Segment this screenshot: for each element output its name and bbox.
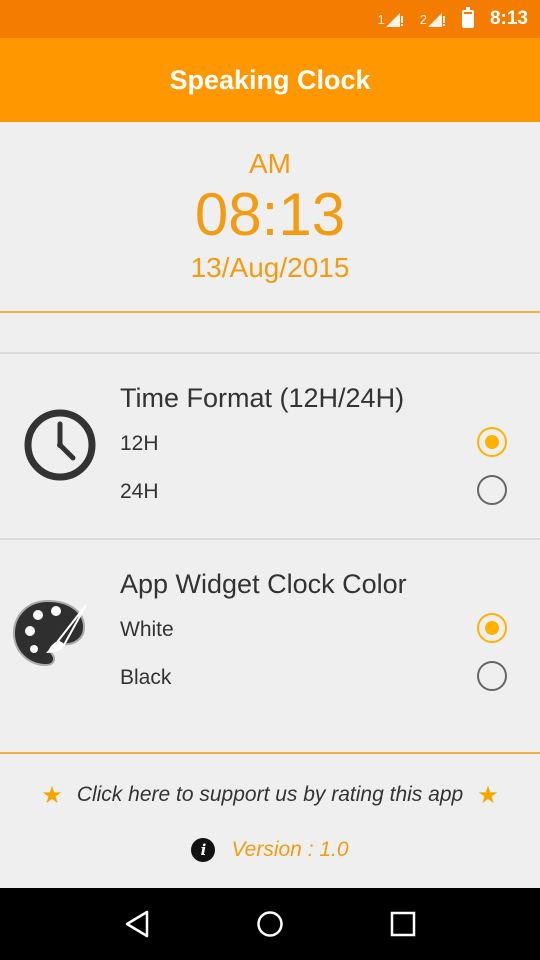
clock-icon bbox=[24, 409, 96, 481]
current-time-display: AM 08:13 13/Aug/2015 bbox=[0, 122, 540, 312]
app-bar: Speaking Clock bbox=[0, 38, 540, 122]
divider bbox=[0, 752, 540, 754]
time-label: 08:13 bbox=[194, 181, 346, 248]
navigation-bar bbox=[0, 888, 540, 960]
signal-icon bbox=[427, 13, 445, 27]
sim1-signal: 1 bbox=[378, 11, 404, 27]
option-black-label[interactable]: Black bbox=[120, 666, 171, 690]
time-format-title: Time Format (12H/24H) bbox=[120, 383, 405, 413]
status-time: 8:13 bbox=[489, 8, 528, 29]
app-title: Speaking Clock bbox=[169, 64, 371, 95]
recents-button[interactable] bbox=[383, 904, 423, 944]
signal-icon bbox=[385, 13, 403, 27]
sim2-label: 2 bbox=[419, 12, 427, 27]
option-white-label[interactable]: White bbox=[120, 618, 174, 642]
status-bar: 1 2 8:13 bbox=[0, 0, 540, 38]
option-12h-label[interactable]: 12H bbox=[120, 432, 159, 456]
star-icon: ★ bbox=[41, 781, 63, 809]
back-icon bbox=[125, 910, 148, 938]
widget-color-title: App Widget Clock Color bbox=[120, 569, 407, 599]
sim1-label: 1 bbox=[377, 12, 385, 27]
info-icon: i bbox=[191, 838, 216, 862]
radio-black[interactable] bbox=[477, 661, 507, 691]
version-row: i Version : 1.0 bbox=[0, 828, 540, 872]
radio-24h[interactable] bbox=[477, 475, 507, 505]
date-label: 13/Aug/2015 bbox=[190, 252, 350, 283]
rate-text[interactable]: Click here to support us by rating this … bbox=[77, 783, 463, 807]
home-icon bbox=[257, 911, 283, 937]
battery-icon bbox=[461, 7, 474, 28]
ampm-label: AM bbox=[249, 148, 291, 179]
radio-white[interactable] bbox=[477, 613, 507, 643]
recents-icon bbox=[391, 911, 416, 937]
option-24h-label[interactable]: 24H bbox=[120, 480, 159, 504]
divider bbox=[0, 311, 540, 313]
version-text: Version : 1.0 bbox=[231, 838, 349, 861]
divider bbox=[0, 538, 540, 540]
palette-icon bbox=[12, 599, 87, 667]
rate-app-link[interactable]: ★ Click here to support us by rating thi… bbox=[0, 770, 540, 820]
star-icon: ★ bbox=[477, 781, 499, 809]
home-button[interactable] bbox=[250, 904, 290, 944]
radio-12h[interactable] bbox=[477, 427, 507, 457]
divider bbox=[0, 352, 540, 354]
back-button[interactable] bbox=[117, 904, 157, 944]
sim2-signal: 2 bbox=[420, 11, 446, 27]
